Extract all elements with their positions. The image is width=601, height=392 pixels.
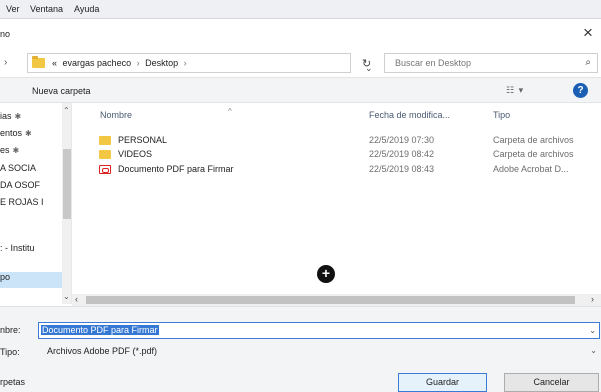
breadcrumb: « evargas pacheco › Desktop › xyxy=(52,58,190,68)
address-row: › « evargas pacheco › Desktop › ⌄ ↻ ⌕ xyxy=(0,49,601,77)
nav-item[interactable]: : - Institu xyxy=(0,243,62,259)
hide-folders-toggle[interactable]: rpetas xyxy=(0,377,25,387)
column-header-date[interactable]: Fecha de modifica... xyxy=(369,110,450,120)
file-type-select[interactable]: Archivos Adobe PDF (*.pdf) ⌄ xyxy=(38,343,600,360)
view-options-icon[interactable]: ☷ ▾ xyxy=(506,85,524,96)
chevron-down-icon[interactable]: ⌄ xyxy=(590,346,597,355)
menu-item-ver[interactable]: Ver xyxy=(6,4,20,14)
column-header-type[interactable]: Tipo xyxy=(493,110,510,120)
file-list: Nombre ^ Fecha de modifica... Tipo PERSO… xyxy=(72,103,601,294)
chevron-down-icon[interactable]: ⌄ xyxy=(589,326,596,335)
file-date: 22/5/2019 07:30 xyxy=(369,135,435,145)
search-box[interactable]: ⌕ xyxy=(384,53,598,73)
list-item[interactable]: PERSONAL 22/5/2019 07:30 Carpeta de arch… xyxy=(72,135,601,148)
nav-item[interactable]: entos ✱ xyxy=(0,128,62,144)
menu-item-ayuda[interactable]: Ayuda xyxy=(74,4,99,14)
address-bar[interactable]: « evargas pacheco › Desktop › ⌄ xyxy=(27,53,373,73)
file-type: Carpeta de archivos xyxy=(493,149,574,159)
cancel-button[interactable]: Cancelar xyxy=(504,373,599,392)
search-icon[interactable]: ⌕ xyxy=(585,57,591,68)
nav-item-selected[interactable]: po xyxy=(0,272,62,288)
nav-item[interactable]: es ✱ xyxy=(0,145,62,161)
breadcrumb-prefix[interactable]: « xyxy=(52,58,57,68)
file-name-value[interactable]: Documento PDF para Firmar xyxy=(41,325,159,335)
sort-up-icon: ^ xyxy=(228,107,232,116)
file-date: 22/5/2019 08:42 xyxy=(369,149,435,159)
pdf-icon xyxy=(99,165,111,174)
file-type-value: Archivos Adobe PDF (*.pdf) xyxy=(47,346,158,356)
list-item[interactable]: VIDEOS 22/5/2019 08:42 Carpeta de archiv… xyxy=(72,149,601,162)
scroll-right-icon[interactable]: › xyxy=(591,294,594,304)
breadcrumb-desktop[interactable]: Desktop xyxy=(145,58,178,68)
dialog-buttons: rpetas Guardar Cancelar xyxy=(0,366,601,392)
pin-icon: ✱ xyxy=(14,112,22,121)
dialog-titlebar: no × xyxy=(0,19,601,49)
scroll-down-icon[interactable]: ⌄ xyxy=(63,292,70,301)
refresh-icon[interactable]: ↻ xyxy=(362,57,371,70)
file-name-field[interactable]: Documento PDF para Firmar ⌄ xyxy=(38,322,600,339)
nav-item[interactable]: DA OSOF xyxy=(0,180,62,196)
file-name: VIDEOS xyxy=(118,149,153,159)
file-type: Adobe Acrobat D... xyxy=(493,164,569,174)
nav-scrollbar[interactable]: ⌃ ⌄ xyxy=(62,103,71,304)
save-button[interactable]: Guardar xyxy=(398,373,487,392)
breadcrumb-user[interactable]: evargas pacheco xyxy=(63,58,132,68)
dialog-title: no xyxy=(0,29,11,39)
folder-icon xyxy=(99,150,111,159)
scroll-left-icon[interactable]: ‹ xyxy=(75,294,78,304)
list-item[interactable]: Documento PDF para Firmar 22/5/2019 08:4… xyxy=(72,164,601,177)
nav-item-label: es xyxy=(0,145,10,155)
column-header-name[interactable]: Nombre xyxy=(100,110,132,120)
folder-icon xyxy=(99,136,111,145)
horizontal-scrollbar[interactable]: ‹ › xyxy=(72,294,601,306)
save-fields: nbre: Documento PDF para Firmar ⌄ Tipo: … xyxy=(0,306,601,366)
folder-icon xyxy=(32,56,45,68)
pin-icon: ✱ xyxy=(12,146,20,155)
nav-item-label: ias xyxy=(0,111,12,121)
file-date: 22/5/2019 08:43 xyxy=(369,164,435,174)
search-input[interactable] xyxy=(385,54,565,72)
nav-item-label: entos xyxy=(0,128,23,138)
pin-icon: ✱ xyxy=(25,129,32,138)
back-icon[interactable]: › xyxy=(4,57,7,68)
nav-item[interactable]: E ROJAS I xyxy=(0,197,62,213)
nav-item[interactable]: ias ✱ xyxy=(0,111,62,127)
file-name-label: nbre: xyxy=(0,325,21,335)
scroll-up-icon[interactable]: ⌃ xyxy=(63,106,70,115)
navigation-pane: ias ✱ entos ✱ es ✱ A SOCIA DA OSOF E ROJAS … xyxy=(0,103,72,304)
file-name: PERSONAL xyxy=(118,135,168,145)
file-type-label: Tipo: xyxy=(0,347,20,357)
file-name: Documento PDF para Firmar xyxy=(118,164,234,174)
new-folder-button[interactable]: Nueva carpeta xyxy=(32,86,91,96)
menu-bar: Ver Ventana Ayuda xyxy=(0,0,601,19)
cursor-icon: + xyxy=(317,265,335,283)
scroll-thumb[interactable] xyxy=(86,296,575,304)
help-icon[interactable]: ? xyxy=(573,83,588,98)
chevron-right-icon: › xyxy=(136,58,140,68)
file-type: Carpeta de archivos xyxy=(493,135,574,145)
menu-item-ventana[interactable]: Ventana xyxy=(30,4,63,14)
nav-item[interactable]: A SOCIA xyxy=(0,163,62,179)
chevron-right-icon[interactable]: › xyxy=(184,58,187,68)
toolbar: Nueva carpeta ☷ ▾ ? xyxy=(0,77,601,103)
scroll-thumb[interactable] xyxy=(63,149,71,219)
close-icon[interactable]: × xyxy=(583,24,593,41)
